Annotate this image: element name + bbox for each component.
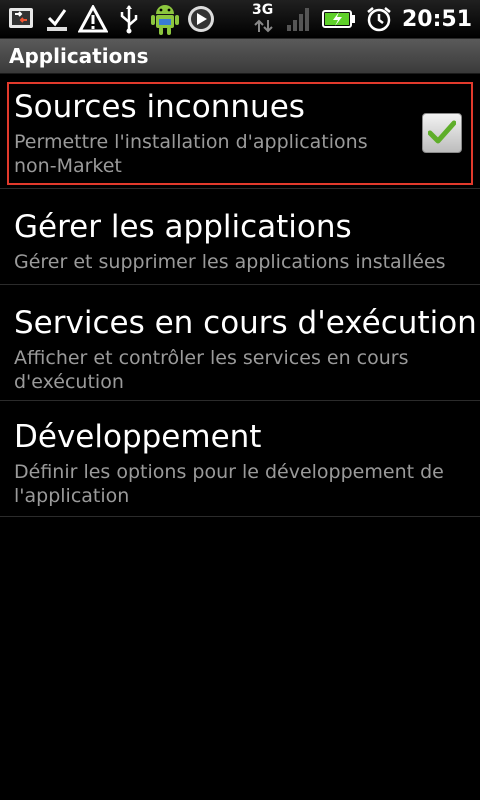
setting-summary: Afficher et contrôler les services en co… [14,347,409,393]
title-bar: Applications [0,39,480,74]
running-services-setting[interactable]: Services en cours d'exécution Afficher e… [0,285,480,401]
data-arrows-icon [254,19,273,33]
setting-title: Sources inconnues [14,89,305,125]
network-type-label: 3G [251,2,274,18]
checkmark-icon [428,120,456,144]
setting-summary: Gérer et supprimer les applications inst… [14,251,446,273]
usb-icon [114,4,144,34]
network-type-indicator: 3G [252,2,276,36]
download-complete-icon [42,4,72,34]
setting-title: Développement [14,419,262,455]
android-icon [150,4,180,35]
status-bar: 3G 20:51 [0,0,480,39]
page-title: Applications [9,44,149,68]
setting-title: Services en cours d'exécution [14,305,477,341]
manage-applications-setting[interactable]: Gérer les applications Gérer et supprime… [0,189,480,285]
clock: 20:51 [401,6,472,32]
signal-icon [284,4,314,34]
settings-list: Sources inconnues Permettre l'installati… [0,77,480,517]
setting-summary: Définir les options pour le développemen… [14,461,444,507]
alarm-icon [364,4,394,34]
unknown-sources-checkbox[interactable] [422,113,462,153]
warning-icon [78,4,108,34]
notification-icons [6,2,216,36]
usb-debug-icon [6,4,36,34]
setting-summary: Permettre l'installation d'applications … [14,131,368,177]
system-icons: 3G 20:51 [252,2,472,36]
battery-charging-icon [321,4,356,34]
unknown-sources-setting[interactable]: Sources inconnues Permettre l'installati… [0,77,480,189]
media-player-icon [186,4,216,34]
development-setting[interactable]: Développement Définir les options pour l… [0,401,480,517]
setting-title: Gérer les applications [14,209,352,245]
